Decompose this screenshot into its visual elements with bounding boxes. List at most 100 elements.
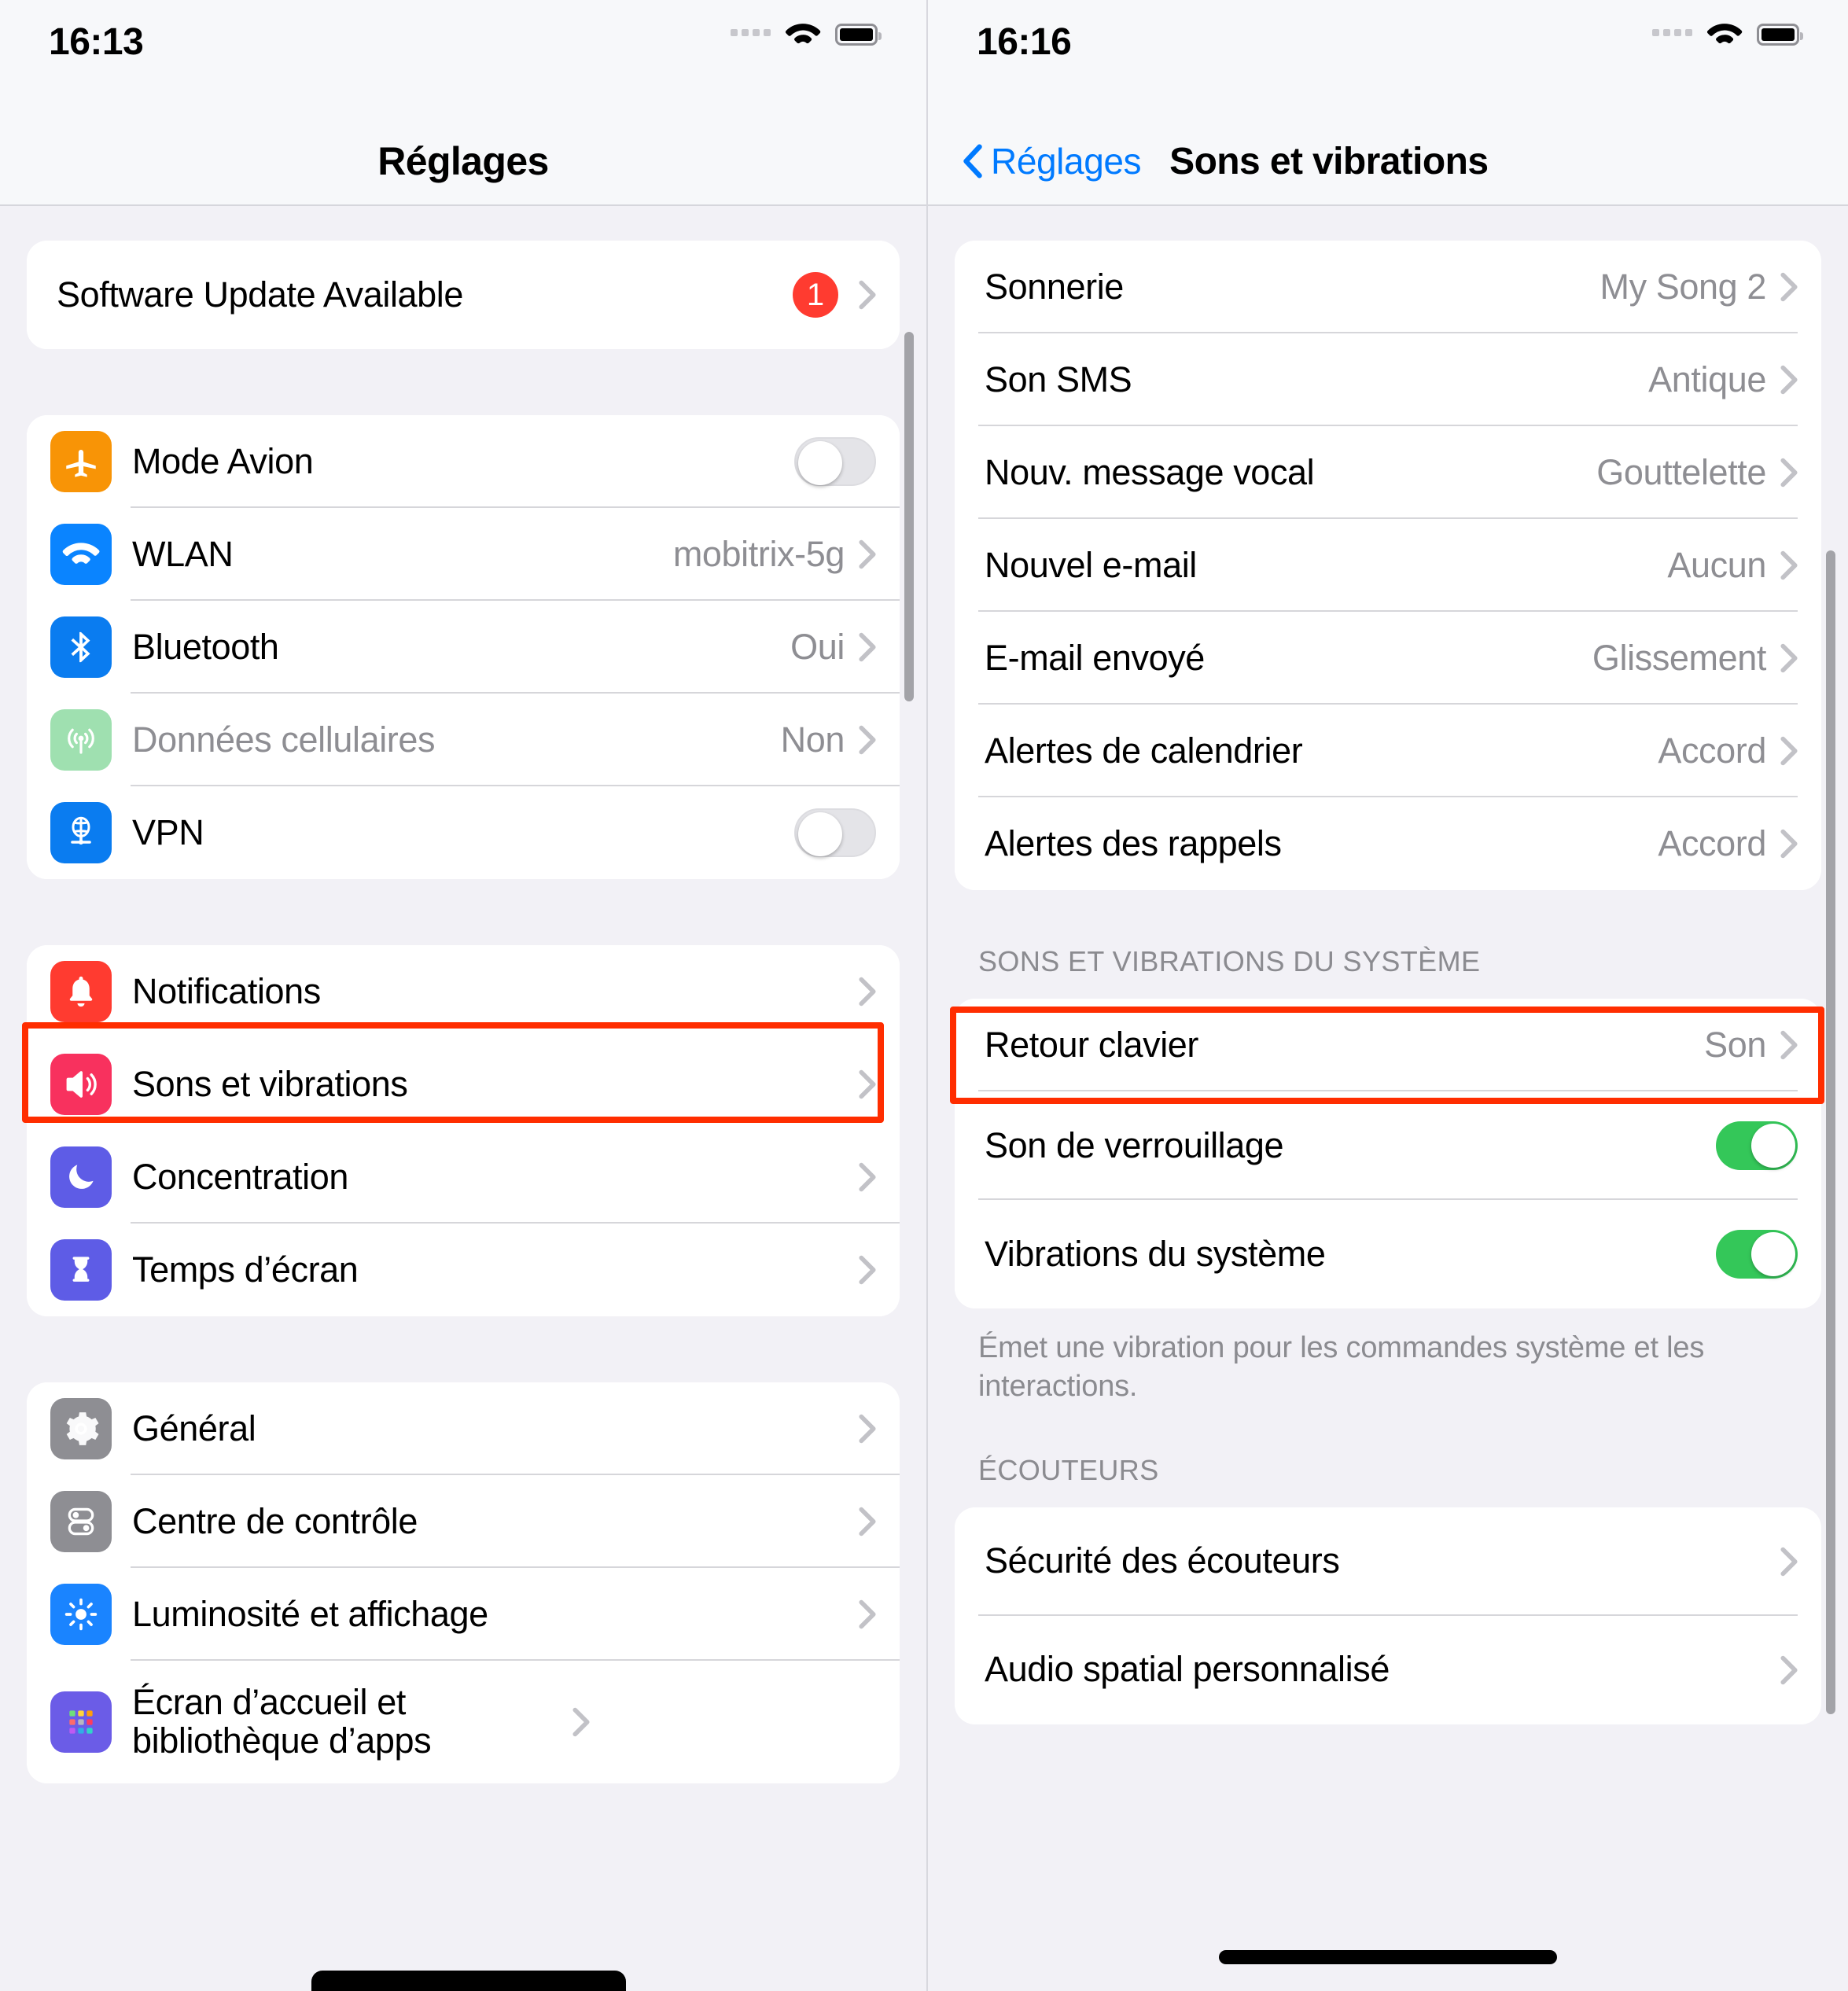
row-calendar-alerts[interactable]: Alertes de calendrier Accord xyxy=(955,705,1821,797)
lock-sound-toggle[interactable] xyxy=(1716,1121,1798,1170)
sounds-screen-right: 16:16 Réglages Sons et vibrations Sonner… xyxy=(928,0,1848,1991)
vpn-toggle[interactable] xyxy=(794,808,876,857)
row-general[interactable]: Général xyxy=(27,1382,900,1475)
chevron-right-icon xyxy=(1780,736,1798,766)
section-header-headphones: Écouteurs xyxy=(978,1453,1159,1486)
control-center-icon xyxy=(50,1491,112,1552)
sent-mail-value: Glissement xyxy=(1592,638,1766,678)
chevron-right-icon xyxy=(1780,829,1798,859)
chevron-right-icon xyxy=(859,539,876,569)
row-system-haptics[interactable]: Vibrations du système xyxy=(955,1200,1821,1308)
chevron-left-icon xyxy=(963,144,982,178)
reminder-alerts-label: Alertes des rappels xyxy=(985,823,1282,863)
chevron-right-icon xyxy=(572,1707,590,1737)
system-haptics-toggle[interactable] xyxy=(1716,1230,1798,1279)
headphone-safety-label: Sécurité des écouteurs xyxy=(985,1540,1340,1581)
row-notifications[interactable]: Notifications xyxy=(27,945,900,1038)
group-general: Général Centre de contrôle Luminosité et… xyxy=(27,1382,900,1783)
wifi-icon xyxy=(785,24,821,44)
row-airplane-mode[interactable]: Mode Avion xyxy=(27,415,900,508)
brightness-icon xyxy=(50,1584,112,1645)
status-time: 16:16 xyxy=(977,21,1072,63)
group-notifications: Notifications Sons et vibrations Concent… xyxy=(27,945,900,1316)
row-screen-time[interactable]: Temps d’écran xyxy=(27,1224,900,1316)
row-headphone-safety[interactable]: Sécurité des écouteurs xyxy=(955,1507,1821,1616)
bluetooth-value: Oui xyxy=(790,627,845,667)
sounds-list-right[interactable]: Sonnerie My Song 2 Son SMS Antique Nouv.… xyxy=(928,206,1848,1991)
keyboard-feedback-label: Retour clavier xyxy=(985,1024,1199,1065)
row-sounds-and-haptics[interactable]: Sons et vibrations xyxy=(27,1038,900,1131)
section-header-system-sounds: Sons et vibrations du système xyxy=(978,945,1481,977)
signal-dots-icon xyxy=(1652,28,1692,41)
status-bar-right: 16:16 xyxy=(928,0,1848,118)
speaker-icon xyxy=(50,1054,112,1115)
status-bar-left: 16:13 xyxy=(0,0,926,118)
airplane-icon xyxy=(50,431,112,492)
row-lock-sound[interactable]: Son de verrouillage xyxy=(955,1091,1821,1200)
row-text-tone[interactable]: Son SMS Antique xyxy=(955,333,1821,426)
chevron-right-icon xyxy=(859,280,876,310)
row-vpn[interactable]: VPN xyxy=(27,786,900,879)
system-haptics-label: Vibrations du système xyxy=(985,1233,1326,1274)
status-badge: 1 xyxy=(793,272,838,318)
row-sent-mail[interactable]: E-mail envoyé Glissement xyxy=(955,612,1821,705)
chevron-right-icon xyxy=(859,725,876,755)
chevron-right-icon xyxy=(859,1162,876,1192)
moon-icon xyxy=(50,1146,112,1208)
text-tone-label: Son SMS xyxy=(985,359,1132,399)
row-cellular-data[interactable]: Données cellulaires Non xyxy=(27,694,900,786)
chevron-right-icon xyxy=(1780,1547,1798,1577)
focus-label: Concentration xyxy=(132,1156,348,1197)
notifications-label: Notifications xyxy=(132,970,321,1011)
row-focus[interactable]: Concentration xyxy=(27,1131,900,1224)
new-voicemail-value: Gouttelette xyxy=(1596,452,1766,492)
chevron-right-icon xyxy=(1780,272,1798,302)
chevron-right-icon xyxy=(859,1255,876,1285)
vpn-label: VPN xyxy=(132,811,204,852)
cellular-icon xyxy=(50,709,112,771)
row-keyboard-feedback[interactable]: Retour clavier Son xyxy=(955,999,1821,1091)
screen-time-label: Temps d’écran xyxy=(132,1249,359,1290)
airplane-mode-toggle[interactable] xyxy=(794,437,876,486)
text-tone-value: Antique xyxy=(1648,359,1766,399)
row-reminder-alerts[interactable]: Alertes des rappels Accord xyxy=(955,797,1821,890)
chevron-right-icon xyxy=(859,1507,876,1536)
row-home-screen[interactable]: Écran d’accueil et bibliothèque d’apps xyxy=(27,1661,900,1783)
chevron-right-icon xyxy=(1780,643,1798,673)
home-indicator xyxy=(1219,1950,1557,1964)
new-voicemail-label: Nouv. message vocal xyxy=(985,451,1315,492)
new-mail-label: Nouvel e-mail xyxy=(985,544,1197,585)
redaction-bar xyxy=(311,1971,626,1991)
back-button-label: Réglages xyxy=(991,141,1142,182)
battery-full-icon xyxy=(835,24,882,46)
wlan-label: WLAN xyxy=(132,533,234,574)
row-new-mail[interactable]: Nouvel e-mail Aucun xyxy=(955,519,1821,612)
row-software-update[interactable]: Software Update Available 1 xyxy=(27,241,900,349)
chevron-right-icon xyxy=(859,1069,876,1099)
row-wlan[interactable]: WLAN mobitrix-5g xyxy=(27,508,900,601)
chevron-right-icon xyxy=(1780,365,1798,395)
page-title: Sons et vibrations xyxy=(1169,140,1489,182)
bluetooth-icon xyxy=(50,616,112,678)
cellular-data-value: Non xyxy=(780,719,845,760)
chevron-right-icon xyxy=(859,632,876,662)
reminder-alerts-value: Accord xyxy=(1658,823,1766,863)
row-ringtone[interactable]: Sonnerie My Song 2 xyxy=(955,241,1821,333)
settings-list-left[interactable]: Software Update Available 1 Mode Avion W… xyxy=(0,206,926,1991)
battery-full-icon xyxy=(1757,24,1803,46)
nav-bar-left: Réglages xyxy=(0,118,926,206)
scrollbar-right[interactable] xyxy=(1826,550,1835,1714)
back-button[interactable]: Réglages xyxy=(963,140,1142,182)
row-display-brightness[interactable]: Luminosité et affichage xyxy=(27,1568,900,1661)
scrollbar-left[interactable] xyxy=(904,332,914,701)
page-title: Réglages xyxy=(377,139,549,183)
row-control-center[interactable]: Centre de contrôle xyxy=(27,1475,900,1568)
sent-mail-label: E-mail envoyé xyxy=(985,637,1205,678)
ringtone-label: Sonnerie xyxy=(985,266,1124,307)
row-new-voicemail[interactable]: Nouv. message vocal Gouttelette xyxy=(955,426,1821,519)
chevron-right-icon xyxy=(1780,458,1798,488)
row-bluetooth[interactable]: Bluetooth Oui xyxy=(27,601,900,694)
row-personalized-spatial-audio[interactable]: Audio spatial personnalisé xyxy=(955,1615,1821,1724)
personalized-spatial-audio-label: Audio spatial personnalisé xyxy=(985,1649,1390,1690)
nav-bar-right: Réglages Sons et vibrations xyxy=(928,118,1848,206)
